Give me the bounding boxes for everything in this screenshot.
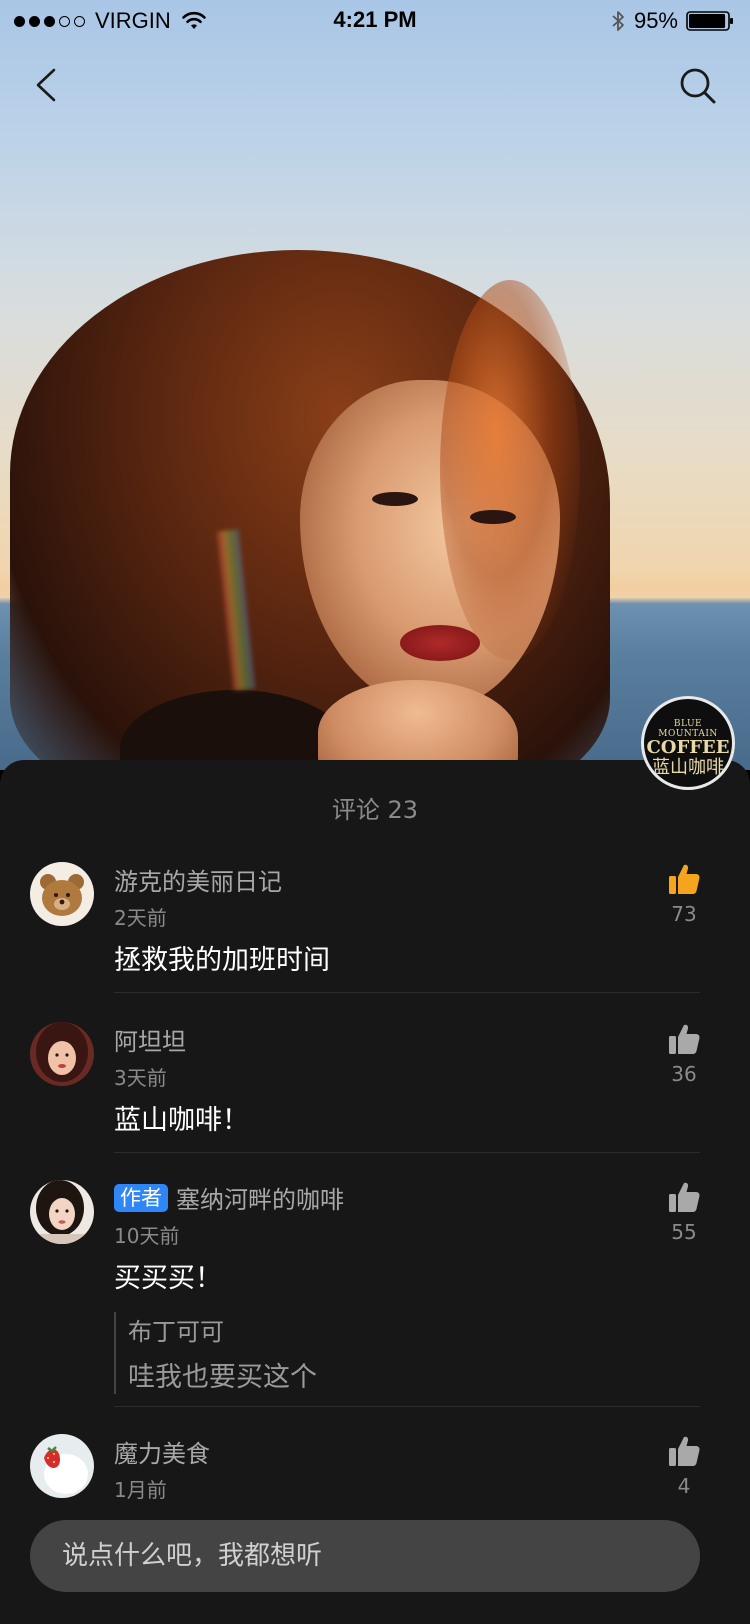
thumbs-up-icon [669,1436,700,1466]
comment-author[interactable]: 作者 塞纳河畔的咖啡 [114,1180,344,1215]
lips [400,625,480,661]
avatar[interactable] [30,1022,94,1086]
like-count: 36 [671,1062,697,1086]
comment-author[interactable]: 游克的美丽日记 [114,862,282,897]
search-icon [680,68,716,104]
user-photo-avatar-icon [30,1180,94,1244]
comment-time: 10天前 [114,1224,180,1248]
comment-text: 买买买！ [114,1263,222,1294]
comment-author[interactable]: 阿坦坦 [114,1022,186,1057]
author-name: 游克的美丽日记 [114,868,282,896]
comments-title: 评论 23 [331,796,419,824]
author-badge: 作者 [114,1183,168,1212]
strawberry-dessert-avatar-icon [30,1434,94,1498]
eye [470,510,516,524]
like-button[interactable]: 55 [662,1180,706,1244]
search-button[interactable] [674,62,722,110]
like-button[interactable]: 36 [662,1022,706,1086]
bluetooth-icon [612,11,624,31]
chevron-left-icon [36,68,56,102]
author-name: 塞纳河畔的咖啡 [176,1186,344,1214]
avatar[interactable] [30,1180,94,1244]
hair-highlight [440,280,580,660]
author-name: 阿坦坦 [114,1028,186,1056]
divider [114,1406,700,1407]
thumbs-up-icon [669,1182,700,1212]
status-bar: VIRGIN 4:21 PM 95% [0,0,750,40]
reply-block[interactable]: 布丁可可 哇我也要买这个 [114,1312,317,1394]
thumbs-up-icon [669,1024,700,1054]
like-button[interactable]: 73 [662,862,706,926]
comment-time: 1月前 [114,1478,167,1502]
teddy-bear-avatar-icon [30,862,94,926]
comment-time: 2天前 [114,906,167,930]
comment-input-placeholder: 说点什么吧，我都想听 [62,1541,323,1571]
like-count: 55 [671,1220,697,1244]
comment-text: 蓝山咖啡！ [114,1105,249,1136]
comment-author[interactable]: 魔力美食 [114,1434,210,1469]
status-right: 95% [610,8,734,34]
battery-icon [686,11,733,31]
reply-author: 布丁可可 [128,1318,224,1346]
comment-text: 拯救我的加班时间 [114,945,330,976]
avatar[interactable] [30,1434,94,1498]
comment-time: 3天前 [114,1066,167,1090]
comments-sheet: 评论 23 游克的美丽日记 2天前 拯救我的加班时间 73 阿坦坦 3天前 蓝山… [0,760,750,1624]
brand-logo-badge[interactable]: BLUE MOUNTAIN COFFEE 蓝山咖啡 [641,696,735,790]
comment-input[interactable]: 说点什么吧，我都想听 [30,1520,700,1592]
brand-name: COFFEE [646,737,730,758]
eye [372,492,418,506]
author-name: 魔力美食 [114,1440,210,1468]
like-count: 4 [677,1474,691,1498]
brand-name-cn: 蓝山咖啡 [652,757,724,778]
back-button[interactable] [28,62,68,108]
divider [114,1152,700,1153]
brand-tagline: BLUE MOUNTAIN [658,719,718,739]
cover-photo [0,0,750,770]
reply-text: 哇我也要买这个 [128,1362,317,1393]
battery-percent: 95% [633,8,678,33]
user-photo-avatar-icon [30,1022,94,1086]
like-count: 73 [671,902,697,926]
avatar[interactable] [30,862,94,926]
divider [114,992,700,993]
like-button[interactable]: 4 [662,1434,706,1498]
thumbs-up-icon [669,864,700,894]
